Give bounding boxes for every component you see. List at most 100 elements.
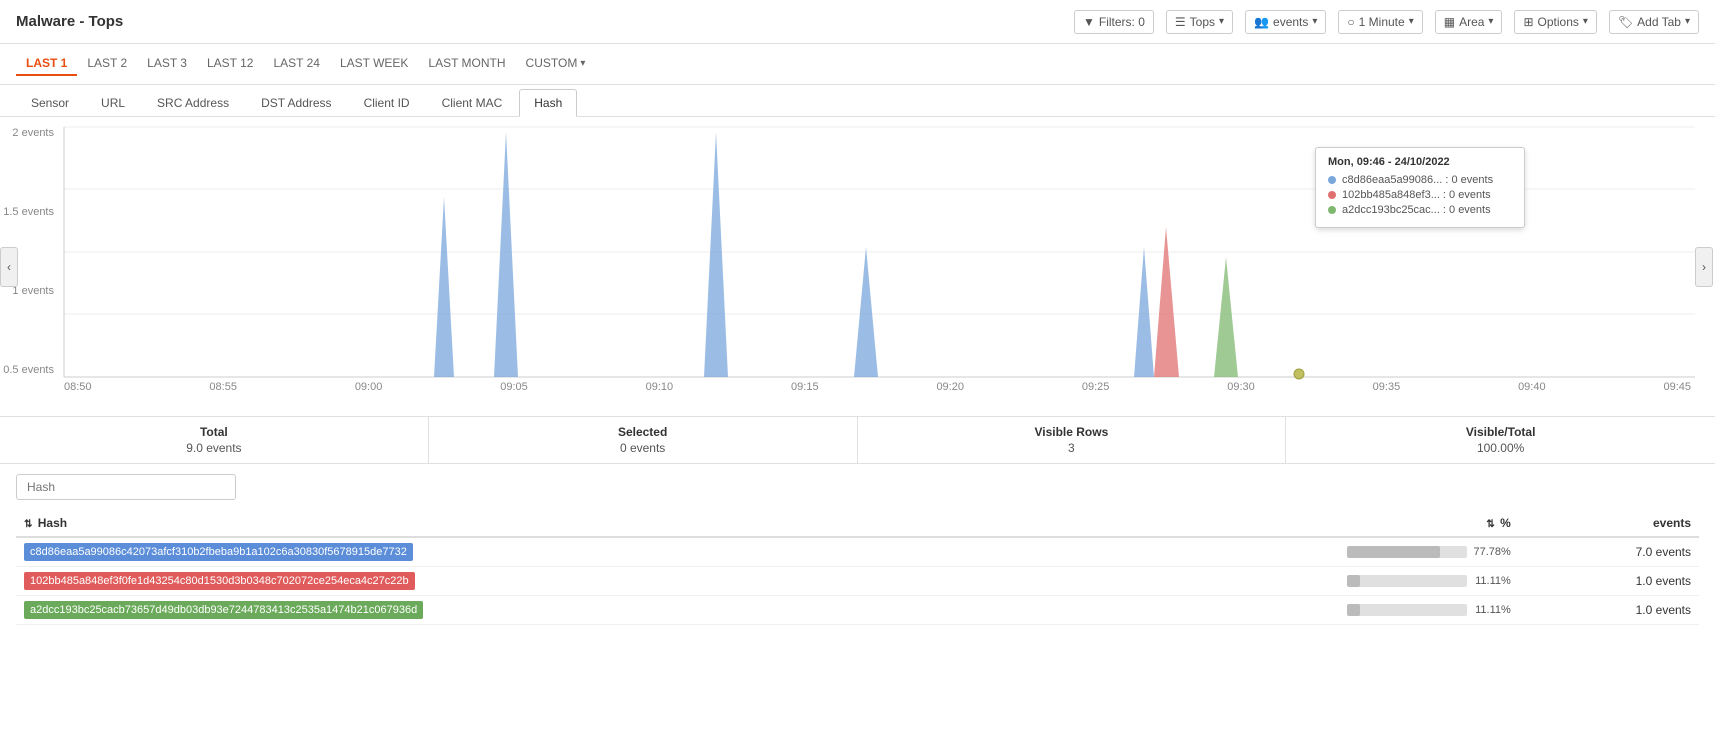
percent-cell: 11.11%: [1064, 567, 1518, 596]
events-cell: 1.0 events: [1519, 567, 1699, 596]
tooltip-dot-3: [1328, 206, 1336, 214]
tab-dst-address[interactable]: DST Address: [246, 89, 346, 116]
stat-total-value: 9.0 events: [16, 441, 412, 455]
stat-selected-label: Selected: [445, 425, 841, 439]
hash-search-input[interactable]: [16, 474, 236, 500]
tops-icon: ☰: [1175, 15, 1186, 29]
search-area: [0, 464, 1715, 510]
chart-container: ‹ 2 events 1.5 events 1 events 0.5 event…: [0, 117, 1715, 417]
tab-last3[interactable]: LAST 3: [137, 52, 197, 76]
hash-value: c8d86eaa5a99086c42073afcf310b2fbeba9b1a1…: [24, 543, 413, 561]
chart-nav-left[interactable]: ‹: [0, 247, 18, 287]
events-cell: 7.0 events: [1519, 537, 1699, 567]
stat-visible-total-label: Visible/Total: [1302, 425, 1699, 439]
tab-last12[interactable]: LAST 12: [197, 52, 263, 76]
tooltip-dot-1: [1328, 176, 1336, 184]
stat-selected-value: 0 events: [445, 441, 841, 455]
header-controls: ▼ Filters: 0 ☰ Tops ▾ 👥 events ▾ ○ 1 Min…: [1074, 10, 1699, 34]
tab-sensor[interactable]: Sensor: [16, 89, 84, 116]
hash-cell[interactable]: c8d86eaa5a99086c42073afcf310b2fbeba9b1a1…: [16, 537, 1064, 567]
chart-nav-right[interactable]: ›: [1695, 247, 1713, 287]
area-button[interactable]: ▦ Area ▾: [1435, 10, 1503, 34]
percent-label: 11.11%: [1473, 604, 1511, 616]
chevron-down-icon: ▾: [1685, 16, 1690, 27]
stat-visible-total: Visible/Total 100.00%: [1286, 417, 1715, 463]
stat-total: Total 9.0 events: [0, 417, 429, 463]
chevron-down-icon: ▾: [1488, 16, 1493, 27]
y-label-1.5: 1.5 events: [0, 206, 54, 218]
stat-visible-rows: Visible Rows 3: [858, 417, 1287, 463]
tab-lastweek[interactable]: LAST WEEK: [330, 52, 418, 76]
tab-url[interactable]: URL: [86, 89, 140, 116]
x-label-0930: 09:30: [1227, 381, 1255, 393]
x-label-0905: 09:05: [500, 381, 528, 393]
x-label-0850: 08:50: [64, 381, 92, 393]
stat-total-label: Total: [16, 425, 412, 439]
tooltip-item-1: c8d86eaa5a99086... : 0 events: [1328, 174, 1512, 186]
col-events: events: [1519, 510, 1699, 537]
tab-src-address[interactable]: SRC Address: [142, 89, 244, 116]
x-label-0945: 09:45: [1663, 381, 1691, 393]
events-icon: 👥: [1254, 15, 1269, 29]
sort-icon: ⇅: [24, 519, 32, 530]
x-label-0935: 09:35: [1373, 381, 1401, 393]
x-label-0855: 08:55: [209, 381, 237, 393]
y-label-1: 1 events: [0, 285, 54, 297]
chevron-down-icon: ▾: [1219, 16, 1224, 27]
tops-button[interactable]: ☰ Tops ▾: [1166, 10, 1233, 34]
options-button[interactable]: ⊞ Options ▾: [1514, 10, 1596, 34]
x-label-0900: 09:00: [355, 381, 383, 393]
table-row: 102bb485a848ef3f0fe1d43254c80d1530d3b034…: [16, 567, 1699, 596]
tooltip-item-2: 102bb485a848ef3... : 0 events: [1328, 189, 1512, 201]
stat-visible-total-value: 100.00%: [1302, 441, 1699, 455]
percent-cell: 11.11%: [1064, 596, 1518, 625]
hash-value: a2dcc193bc25cacb73657d49db03db93e7244783…: [24, 601, 423, 619]
tab-client-id[interactable]: Client ID: [349, 89, 425, 116]
tooltip-label-1: c8d86eaa5a99086... : 0 events: [1342, 174, 1493, 186]
x-labels: 08:50 08:55 09:00 09:05 09:10 09:15 09:2…: [60, 377, 1715, 393]
x-label-0940: 09:40: [1518, 381, 1546, 393]
y-label-0.5: 0.5 events: [0, 364, 54, 376]
stat-visible-rows-value: 3: [874, 441, 1270, 455]
data-table: ⇅ Hash ⇅ % events c8d86eaa5a99086c42073a…: [16, 510, 1699, 625]
chart-tooltip: Mon, 09:46 - 24/10/2022 c8d86eaa5a99086.…: [1315, 147, 1525, 228]
tab-hash[interactable]: Hash: [519, 89, 577, 117]
x-label-0925: 09:25: [1082, 381, 1110, 393]
chart-icon: ▦: [1444, 15, 1455, 29]
x-label-0910: 09:10: [646, 381, 674, 393]
tab-client-mac[interactable]: Client MAC: [427, 89, 518, 116]
sub-tabs: Sensor URL SRC Address DST Address Clien…: [0, 85, 1715, 117]
chevron-down-icon: ▾: [580, 58, 585, 69]
header: Malware - Tops ▼ Filters: 0 ☰ Tops ▾ 👥 e…: [0, 0, 1715, 44]
tab-last2[interactable]: LAST 2: [77, 52, 137, 76]
clock-icon: ○: [1347, 15, 1354, 29]
tab-last1[interactable]: LAST 1: [16, 52, 77, 76]
sort-icon: ⇅: [1486, 519, 1494, 530]
stats-bar: Total 9.0 events Selected 0 events Visib…: [0, 417, 1715, 464]
events-button[interactable]: 👥 events ▾: [1245, 10, 1326, 34]
tooltip-item-3: a2dcc193bc25cac... : 0 events: [1328, 204, 1512, 216]
table-header: ⇅ Hash ⇅ % events: [16, 510, 1699, 537]
percent-label: 11.11%: [1473, 575, 1511, 587]
x-label-0920: 09:20: [936, 381, 964, 393]
hash-cell[interactable]: 102bb485a848ef3f0fe1d43254c80d1530d3b034…: [16, 567, 1064, 596]
tab-last24[interactable]: LAST 24: [263, 52, 329, 76]
minute-button[interactable]: ○ 1 Minute ▾: [1338, 10, 1422, 34]
grid-icon: ⊞: [1523, 15, 1533, 29]
table-row: a2dcc193bc25cacb73657d49db03db93e7244783…: [16, 596, 1699, 625]
tab-custom[interactable]: CUSTOM ▾: [516, 52, 596, 76]
stat-visible-rows-label: Visible Rows: [874, 425, 1270, 439]
x-label-0915: 09:15: [791, 381, 819, 393]
table-row: c8d86eaa5a99086c42073afcf310b2fbeba9b1a1…: [16, 537, 1699, 567]
filters-button[interactable]: ▼ Filters: 0: [1074, 10, 1154, 34]
hash-cell[interactable]: a2dcc193bc25cacb73657d49db03db93e7244783…: [16, 596, 1064, 625]
percent-label: 77.78%: [1473, 546, 1511, 558]
tooltip-dot-2: [1328, 191, 1336, 199]
col-percent[interactable]: ⇅ %: [1064, 510, 1518, 537]
time-tabs: LAST 1 LAST 2 LAST 3 LAST 12 LAST 24 LAS…: [0, 44, 1715, 85]
tooltip-label-2: 102bb485a848ef3... : 0 events: [1342, 189, 1491, 201]
chevron-down-icon: ▾: [1583, 16, 1588, 27]
col-hash[interactable]: ⇅ Hash: [16, 510, 1064, 537]
add-tab-button[interactable]: 🏷 Add Tab ▾: [1609, 10, 1699, 34]
tab-lastmonth[interactable]: LAST MONTH: [418, 52, 515, 76]
